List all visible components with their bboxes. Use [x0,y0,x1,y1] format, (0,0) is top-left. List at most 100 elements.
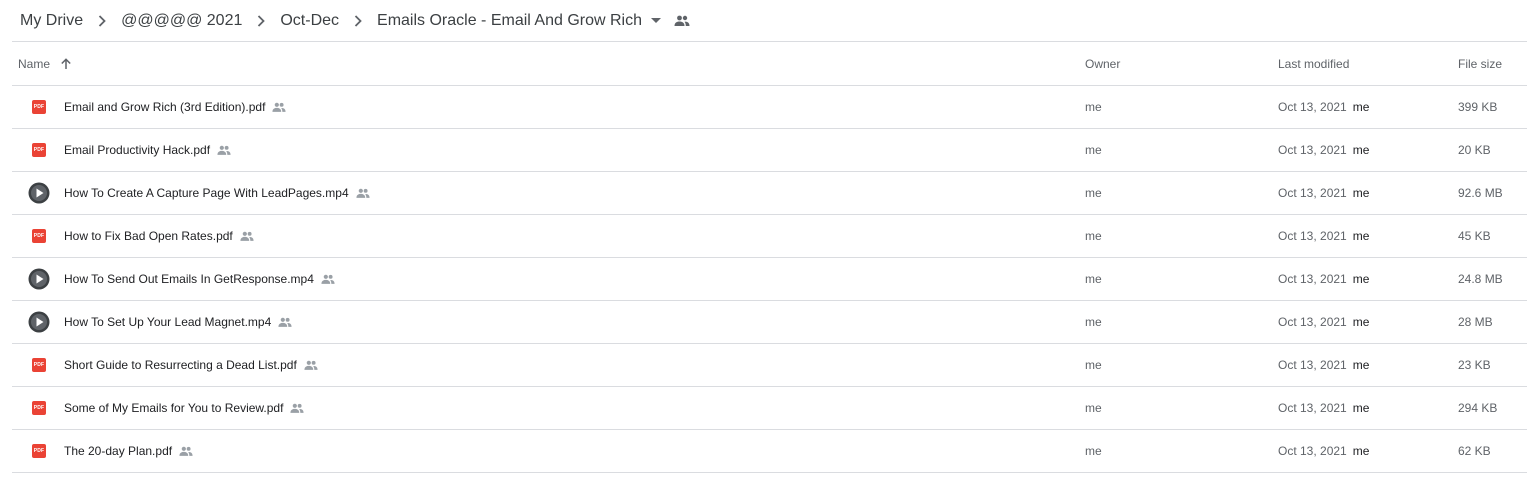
pdf-icon: PDF [32,358,46,372]
file-name: Email and Grow Rich (3rd Edition).pdf [64,100,266,114]
column-header-name-label: Name [18,56,51,71]
file-name: The 20-day Plan.pdf [64,444,173,458]
table-row[interactable]: How To Send Out Emails In GetResponse.mp… [12,258,1527,301]
current-folder-title: Emails Oracle - Email And Grow Rich [377,11,642,29]
table-row[interactable]: PDF Short Guide to Resurrecting a Dead L… [12,344,1527,387]
modified-date: Oct 13, 2021 [1278,444,1347,458]
last-modified-cell: Oct 13, 2021 me [1278,86,1369,128]
owner-cell: me [1085,401,1102,415]
owner-cell: me [1085,186,1102,200]
file-name-cell: Email Productivity Hack.pdf [64,129,231,171]
file-list: Name Owner Last modified File size PDF E… [12,42,1527,473]
file-name: How To Set Up Your Lead Magnet.mp4 [64,315,272,329]
table-row[interactable]: PDF Some of My Emails for You to Review.… [12,387,1527,430]
last-modified-cell: Oct 13, 2021 me [1278,172,1369,214]
people-icon [272,102,286,112]
modified-by: me [1352,100,1370,114]
modified-date: Oct 13, 2021 [1278,358,1347,372]
file-name-cell: Some of My Emails for You to Review.pdf [64,387,305,429]
file-name: Some of My Emails for You to Review.pdf [64,401,284,415]
file-size-cell: 399 KB [1458,100,1498,114]
last-modified-cell: Oct 13, 2021 me [1278,387,1369,429]
arrow-drop-down-icon [646,9,666,33]
chevron-right-icon [250,9,272,33]
column-header-name[interactable]: Name [18,42,74,85]
breadcrumb: My Drive @@@@@ 2021 Oct-Dec Emails Oracl… [12,0,694,41]
modified-date: Oct 13, 2021 [1278,229,1347,243]
last-modified-cell: Oct 13, 2021 me [1278,430,1369,472]
file-name-cell: How To Send Out Emails In GetResponse.mp… [64,258,335,300]
breadcrumb-item-year[interactable]: @@@@@ 2021 [113,9,250,33]
file-type-icon-cell: PDF [28,387,50,429]
file-name: How To Send Out Emails In GetResponse.mp… [64,272,314,286]
file-size-cell: 28 MB [1458,315,1493,329]
file-type-icon-cell: PDF [28,430,50,472]
file-size-cell: 294 KB [1458,401,1498,415]
modified-by: me [1352,186,1370,200]
pdf-icon: PDF [32,401,46,415]
file-type-icon-cell [28,172,50,214]
file-list-rows: PDF Email and Grow Rich (3rd Edition).pd… [12,86,1527,473]
people-icon [670,9,694,33]
file-name: How to Fix Bad Open Rates.pdf [64,229,233,243]
drive-folder-view: My Drive @@@@@ 2021 Oct-Dec Emails Oracl… [0,0,1527,496]
chevron-right-icon [91,9,113,33]
file-type-icon-cell: PDF [28,344,50,386]
table-row[interactable]: PDF Email Productivity Hack.pdf me Oct 1… [12,129,1527,172]
pdf-icon: PDF [32,229,46,243]
table-row[interactable]: PDF Email and Grow Rich (3rd Edition).pd… [12,86,1527,129]
owner-cell: me [1085,272,1102,286]
people-icon [217,145,231,155]
people-icon [356,188,370,198]
file-type-icon-cell: PDF [28,129,50,171]
modified-date: Oct 13, 2021 [1278,186,1347,200]
pdf-icon: PDF [32,444,46,458]
breadcrumb-item-quarter[interactable]: Oct-Dec [272,9,347,33]
owner-cell: me [1085,143,1102,157]
chevron-right-icon [347,9,369,33]
owner-cell: me [1085,358,1102,372]
people-icon [304,360,318,370]
people-icon [290,403,305,413]
column-header-file-size[interactable]: File size [1458,42,1502,85]
file-name: Short Guide to Resurrecting a Dead List.… [64,358,297,372]
table-row[interactable]: How To Create A Capture Page With LeadPa… [12,172,1527,215]
column-header-last-modified[interactable]: Last modified [1278,42,1349,85]
arrow-up-icon[interactable] [60,57,74,71]
video-play-icon [28,182,50,204]
file-name: How To Create A Capture Page With LeadPa… [64,186,349,200]
pdf-icon: PDF [32,143,46,157]
modified-date: Oct 13, 2021 [1278,143,1347,157]
breadcrumb-current-folder[interactable]: Emails Oracle - Email And Grow Rich [369,9,666,33]
file-size-cell: 62 KB [1458,444,1491,458]
last-modified-cell: Oct 13, 2021 me [1278,129,1369,171]
pdf-icon: PDF [32,100,46,114]
modified-by: me [1352,444,1370,458]
table-row[interactable]: PDF How to Fix Bad Open Rates.pdf me Oct… [12,215,1527,258]
file-name-cell: Short Guide to Resurrecting a Dead List.… [64,344,318,386]
owner-cell: me [1085,315,1102,329]
file-name-cell: How To Create A Capture Page With LeadPa… [64,172,370,214]
people-icon [321,274,335,284]
file-size-cell: 20 KB [1458,143,1491,157]
file-size-cell: 92.6 MB [1458,186,1503,200]
modified-date: Oct 13, 2021 [1278,401,1347,415]
last-modified-cell: Oct 13, 2021 me [1278,215,1369,257]
modified-by: me [1352,229,1370,243]
modified-by: me [1352,315,1370,329]
modified-date: Oct 13, 2021 [1278,100,1347,114]
breadcrumb-item-my-drive[interactable]: My Drive [12,9,91,33]
file-name-cell: The 20-day Plan.pdf [64,430,193,472]
owner-cell: me [1085,444,1102,458]
file-type-icon-cell: PDF [28,215,50,257]
file-size-cell: 24.8 MB [1458,272,1503,286]
table-row[interactable]: PDF The 20-day Plan.pdf me Oct 13, 2021 … [12,430,1527,473]
file-name-cell: How To Set Up Your Lead Magnet.mp4 [64,301,292,343]
file-name: Email Productivity Hack.pdf [64,143,211,157]
file-size-cell: 23 KB [1458,358,1491,372]
last-modified-cell: Oct 13, 2021 me [1278,301,1369,343]
modified-date: Oct 13, 2021 [1278,272,1347,286]
column-header-owner[interactable]: Owner [1085,42,1120,85]
table-row[interactable]: How To Set Up Your Lead Magnet.mp4 me Oc… [12,301,1527,344]
video-play-icon [28,311,50,333]
